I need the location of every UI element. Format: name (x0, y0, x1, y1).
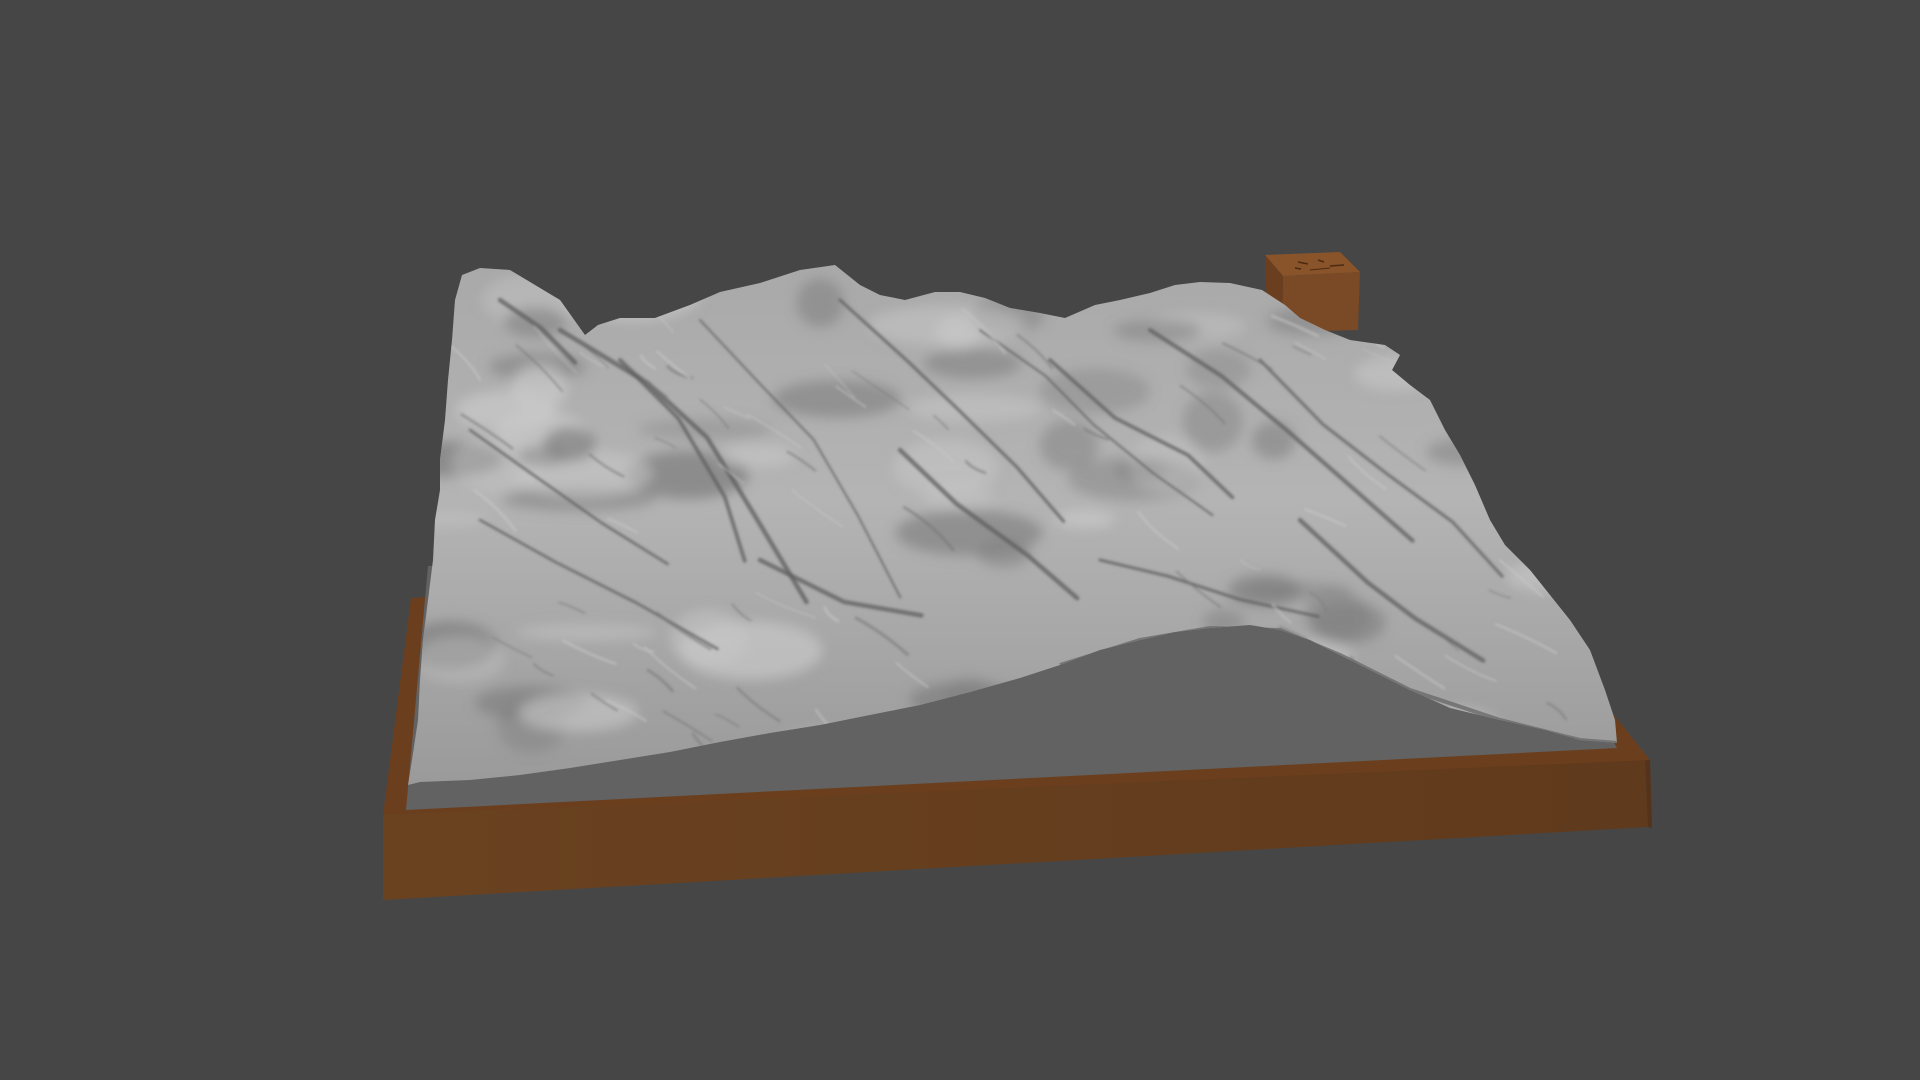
terrain-contour-line (1489, 380, 1545, 403)
terrain-highlight (561, 265, 703, 322)
terrain-shadow (1228, 574, 1301, 607)
terrain-shadow (1521, 515, 1566, 549)
terrain-highlight (867, 305, 1025, 346)
scene-canvas (383, 252, 1652, 900)
terrain-shadow (1113, 320, 1202, 341)
terrain-contour-line (1528, 403, 1590, 429)
terrain-shadow (1426, 438, 1497, 466)
terrain-shadow (1186, 349, 1251, 389)
terrain-shadow (923, 348, 1022, 379)
terrain-shadow (772, 380, 901, 418)
terrain-highlight (408, 510, 488, 528)
terrain-highlight (669, 609, 747, 666)
terrain-shadow (1430, 326, 1520, 353)
terrain-contour-line (1500, 338, 1539, 376)
terrain-contour-line (1521, 463, 1569, 494)
terrain-contour-line (1474, 384, 1507, 400)
terrain-shadow (1492, 423, 1585, 462)
terrain-highlight (455, 391, 556, 431)
terrain-shadow (1182, 392, 1243, 452)
viewport (0, 0, 1920, 1080)
terrain-highlight (718, 444, 797, 468)
terrain-contour-line (1479, 372, 1505, 392)
terrain-highlight (907, 394, 1042, 422)
terrain-highlight (893, 439, 998, 496)
terrain-shadow (543, 427, 596, 462)
terrain-highlight (413, 636, 505, 683)
terrain-contour-line (1525, 493, 1551, 512)
terrain-highlight (1449, 402, 1493, 426)
terrain-shadow (1251, 421, 1296, 460)
terrain-contour-line (1507, 455, 1541, 483)
terrain-shadow (1039, 368, 1151, 414)
terrain-highlight (515, 623, 658, 642)
terrain-highlight (518, 693, 638, 732)
terrain-shadow (796, 278, 844, 328)
